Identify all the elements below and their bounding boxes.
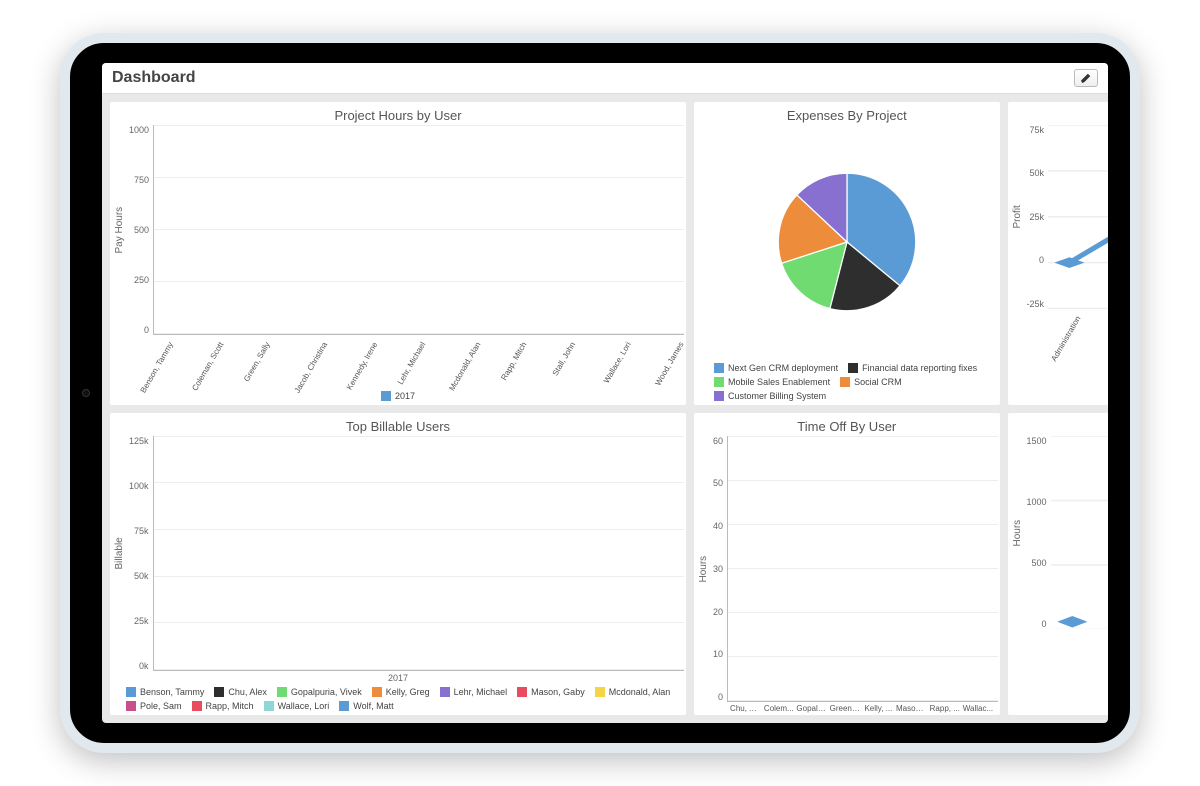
legend-item[interactable]: Next Gen CRM deployment <box>714 363 838 373</box>
app-screen: Dashboard Project Hours by User Pay Hour… <box>102 63 1108 723</box>
y-axis-label: Hours <box>696 436 711 703</box>
legend-item[interactable]: Mcdonald, Alan <box>595 687 671 697</box>
line-plot <box>1048 125 1108 309</box>
line-plot <box>1051 436 1108 630</box>
tile-project-hours[interactable]: Project Hours by User Pay Hours 10007505… <box>110 102 686 405</box>
tile-title: Expenses By Project <box>696 106 997 125</box>
legend-item[interactable]: Gopalpuria, Vivek <box>277 687 362 697</box>
chart-legend: AdministrationBusiness Intelligence Prac… <box>1010 697 1108 713</box>
chart-timeoff: Hours 6050403020100 Chu, Al...Colem...Go… <box>696 436 997 714</box>
y-axis-ticks: 125k100k75k50k25k0k <box>127 436 153 672</box>
y-axis-ticks: 150010005000 <box>1025 436 1051 630</box>
legend-item[interactable]: Kelly, Greg <box>372 687 430 697</box>
y-axis-label: Billable <box>112 436 127 672</box>
tablet-frame: Dashboard Project Hours by User Pay Hour… <box>60 33 1140 753</box>
chart-legend: Next Gen CRM deployment Financial data re… <box>696 359 997 403</box>
chart-profits: Profit 75k50k25k0-25k AdministrationAuto… <box>1010 125 1108 403</box>
chart-project-hours: Pay Hours 10007505002500 Benson, TammyCo… <box>112 125 684 403</box>
pencil-icon <box>1080 72 1092 84</box>
tile-title: Practice Hours By Client <box>1010 417 1108 436</box>
legend-item[interactable]: Social CRM <box>840 377 902 387</box>
dashboard-header: Dashboard <box>102 63 1108 94</box>
chart-legend: Benson, Tammy Chu, Alex Gopalpuria, Vivek K… <box>112 683 684 713</box>
legend-item[interactable]: Pole, Sam <box>126 701 182 711</box>
legend-item[interactable]: Financial data reporting fixes <box>848 363 977 373</box>
chart-legend: 2017 <box>1010 387 1108 403</box>
plot-area <box>727 436 997 703</box>
tile-title: Profits By Project <box>1010 106 1108 125</box>
tile-title: Time Off By User <box>696 417 997 436</box>
legend-item[interactable]: Mobile Sales Enablement <box>714 377 830 387</box>
pie-chart <box>772 167 922 317</box>
legend-item[interactable]: Lehr, Michael <box>440 687 508 697</box>
plot-area <box>153 436 685 672</box>
tile-profits[interactable]: Profits By Project Profit 75k50k25k0-25k… <box>1008 102 1108 405</box>
y-axis-ticks: 10007505002500 <box>127 125 153 335</box>
plot-area <box>153 125 684 335</box>
x-axis-labels: Chu, Al...Colem...Gopalp...Green, ...Kel… <box>696 702 997 713</box>
x-axis-label: 2017 <box>112 671 684 683</box>
tile-title: Top Billable Users <box>112 417 684 436</box>
legend-item[interactable]: Benson, Tammy <box>126 687 204 697</box>
legend-item[interactable]: Customer Billing System <box>714 391 826 401</box>
y-axis-label: Pay Hours <box>112 125 127 335</box>
legend-item[interactable]: Wolf, Matt <box>339 701 393 711</box>
legend-item[interactable]: Mason, Gaby <box>517 687 585 697</box>
edit-dashboard-button[interactable] <box>1074 69 1098 87</box>
legend-item[interactable]: Chu, Alex <box>214 687 267 697</box>
tile-practice[interactable]: Practice Hours By Client Hours 150010005… <box>1008 413 1108 716</box>
y-axis-label: Profit <box>1010 125 1025 309</box>
legend-item[interactable]: Wallace, Lori <box>264 701 330 711</box>
y-axis-label: Hours <box>1010 436 1025 630</box>
x-axis-labels: AdministrationAutomated ReportingCustome… <box>1010 309 1108 387</box>
chart-practice: Hours 150010005000 No Client: Project wa… <box>1010 436 1108 714</box>
legend-item[interactable]: Rapp, Mitch <box>192 701 254 711</box>
y-axis-ticks: 6050403020100 <box>711 436 727 703</box>
tile-timeoff[interactable]: Time Off By User Hours 6050403020100 Chu… <box>694 413 999 716</box>
chart-billable: Billable 125k100k75k50k25k0k 2017 Benson… <box>112 436 684 714</box>
tile-expenses[interactable]: Expenses By Project Next Gen CRM deploym… <box>694 102 999 405</box>
page-title: Dashboard <box>112 69 196 87</box>
tile-title: Project Hours by User <box>112 106 684 125</box>
chart-expenses <box>696 125 997 359</box>
tile-billable[interactable]: Top Billable Users Billable 125k100k75k5… <box>110 413 686 716</box>
y-axis-ticks: 75k50k25k0-25k <box>1025 125 1049 309</box>
x-axis-labels: Benson, TammyColeman, ScottGreen, SallyJ… <box>112 335 684 387</box>
dashboard-grid: Project Hours by User Pay Hours 10007505… <box>102 94 1108 723</box>
